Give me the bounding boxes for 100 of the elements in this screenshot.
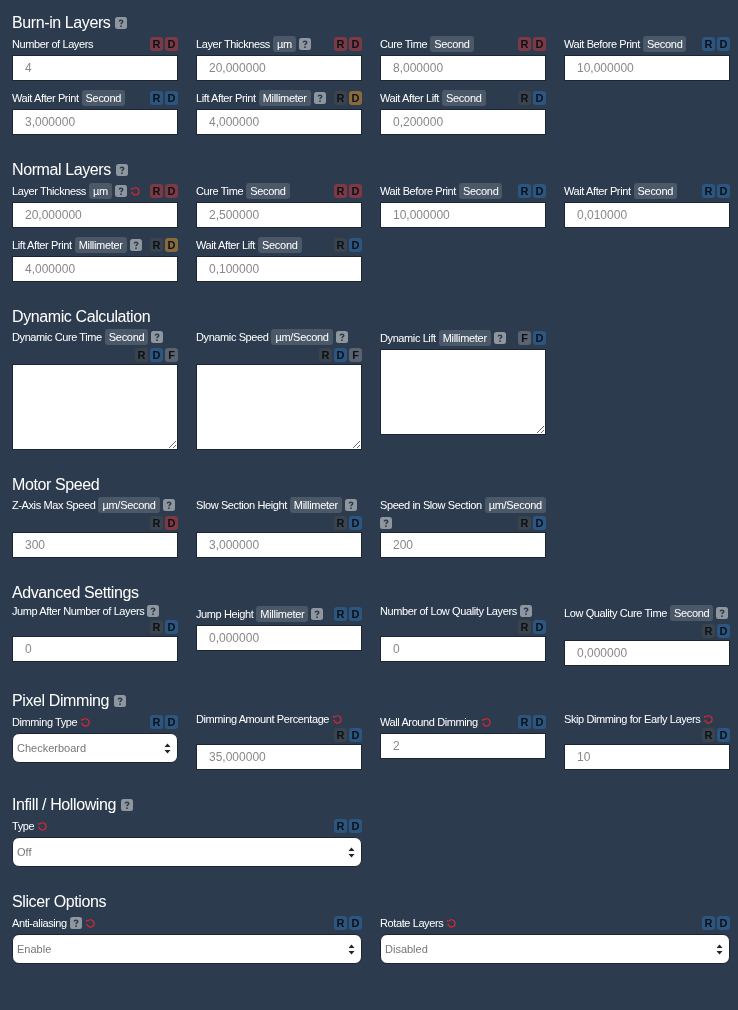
text-input[interactable]: 0,000000 (196, 625, 362, 651)
flag-tag[interactable]: R (334, 184, 347, 198)
help-icon[interactable] (129, 239, 142, 251)
help-icon[interactable] (335, 331, 348, 343)
flag-tag[interactable]: D (150, 348, 163, 362)
text-input[interactable]: 3,000000 (196, 532, 362, 558)
help-icon[interactable] (313, 92, 326, 104)
help-icon[interactable] (69, 917, 82, 929)
flag-tag[interactable]: F (349, 348, 362, 362)
flag-tag[interactable]: R (702, 916, 715, 930)
help-icon[interactable] (147, 605, 160, 617)
select-field[interactable]: Disabled (380, 934, 730, 964)
reset-icon[interactable] (84, 917, 96, 929)
flag-tag[interactable]: D (349, 238, 362, 252)
flag-tag[interactable]: R (150, 184, 163, 198)
reset-icon[interactable] (480, 716, 492, 728)
reset-icon[interactable] (446, 917, 458, 929)
text-input[interactable]: 35,000000 (196, 744, 362, 770)
reset-icon[interactable] (129, 185, 141, 197)
text-input[interactable]: 3,000000 (12, 109, 178, 135)
flag-tag[interactable]: D (349, 728, 362, 742)
text-input[interactable]: 0,010000 (564, 202, 730, 228)
text-area[interactable] (12, 364, 178, 450)
reset-icon[interactable] (332, 713, 344, 725)
flag-tag[interactable]: R (334, 916, 347, 930)
flag-tag[interactable]: D (717, 37, 730, 51)
flag-tag[interactable]: D (533, 516, 546, 530)
help-icon[interactable] (380, 517, 392, 529)
text-input[interactable]: 4,000000 (12, 256, 178, 282)
text-input[interactable]: 0,000000 (564, 640, 730, 666)
flag-tag[interactable]: R (334, 819, 347, 833)
flag-tag[interactable]: R (150, 715, 163, 729)
help-icon[interactable] (493, 332, 506, 344)
flag-tag[interactable]: D (349, 916, 362, 930)
help-icon[interactable] (344, 499, 357, 511)
flag-tag[interactable]: D (165, 37, 178, 51)
text-input[interactable]: 10,000000 (564, 55, 730, 81)
flag-tag[interactable]: D (533, 715, 546, 729)
flag-tag[interactable]: R (702, 184, 715, 198)
reset-icon[interactable] (37, 820, 49, 832)
help-icon[interactable] (716, 607, 729, 619)
text-input[interactable]: 0,200000 (380, 109, 546, 135)
text-area[interactable] (196, 364, 362, 450)
flag-tag[interactable]: D (717, 624, 730, 638)
text-input[interactable]: 20,000000 (12, 202, 178, 228)
flag-tag[interactable]: D (165, 91, 178, 105)
text-input[interactable]: 10,000000 (380, 202, 546, 228)
text-input[interactable]: 4 (12, 55, 178, 81)
flag-tag[interactable]: D (334, 348, 347, 362)
select-field[interactable]: Enable (12, 934, 362, 964)
text-input[interactable]: 0,100000 (196, 256, 362, 282)
help-icon[interactable] (162, 499, 175, 511)
text-input[interactable]: 2,500000 (196, 202, 362, 228)
flag-tag[interactable]: D (533, 184, 546, 198)
flag-tag[interactable]: R (334, 37, 347, 51)
flag-tag[interactable]: R (518, 37, 531, 51)
flag-tag[interactable]: D (349, 819, 362, 833)
flag-tag[interactable]: F (165, 348, 178, 362)
flag-tag[interactable]: D (533, 37, 546, 51)
text-input[interactable]: 4,000000 (196, 109, 362, 135)
text-input[interactable]: 2 (380, 733, 546, 759)
flag-tag[interactable]: D (349, 184, 362, 198)
flag-tag[interactable]: D (533, 331, 546, 345)
flag-tag[interactable]: D (533, 91, 546, 105)
text-input[interactable]: 200 (380, 532, 546, 558)
select-field[interactable]: Off (12, 837, 362, 867)
flag-tag[interactable]: D (533, 620, 546, 634)
flag-tag[interactable]: D (717, 728, 730, 742)
help-icon[interactable] (120, 799, 133, 811)
flag-tag[interactable]: D (165, 184, 178, 198)
text-input[interactable]: 0 (380, 636, 546, 662)
flag-tag[interactable]: D (165, 620, 178, 634)
flag-tag[interactable]: D (349, 607, 362, 621)
flag-tag[interactable]: F (518, 331, 531, 345)
flag-tag[interactable]: R (518, 184, 531, 198)
help-icon[interactable] (115, 17, 128, 29)
reset-icon[interactable] (80, 716, 92, 728)
flag-tag[interactable]: R (702, 37, 715, 51)
flag-tag[interactable]: R (150, 91, 163, 105)
flag-tag[interactable]: D (717, 184, 730, 198)
flag-tag[interactable]: D (165, 238, 178, 252)
flag-tag[interactable]: D (349, 91, 362, 105)
text-input[interactable]: 10 (564, 744, 730, 770)
help-icon[interactable] (519, 605, 532, 617)
flag-tag[interactable]: D (717, 916, 730, 930)
text-input[interactable]: 20,000000 (196, 55, 362, 81)
text-input[interactable]: 300 (12, 532, 178, 558)
help-icon[interactable] (114, 695, 127, 707)
text-input[interactable]: 8,000000 (380, 55, 546, 81)
reset-icon[interactable] (703, 713, 715, 725)
help-icon[interactable] (151, 331, 164, 343)
flag-tag[interactable]: R (518, 715, 531, 729)
flag-tag[interactable]: D (349, 37, 362, 51)
help-icon[interactable] (311, 608, 324, 620)
flag-tag[interactable]: R (334, 607, 347, 621)
help-icon[interactable] (115, 164, 128, 176)
flag-tag[interactable]: D (165, 516, 178, 530)
flag-tag[interactable]: D (165, 715, 178, 729)
flag-tag[interactable]: D (349, 516, 362, 530)
help-icon[interactable] (114, 185, 127, 197)
